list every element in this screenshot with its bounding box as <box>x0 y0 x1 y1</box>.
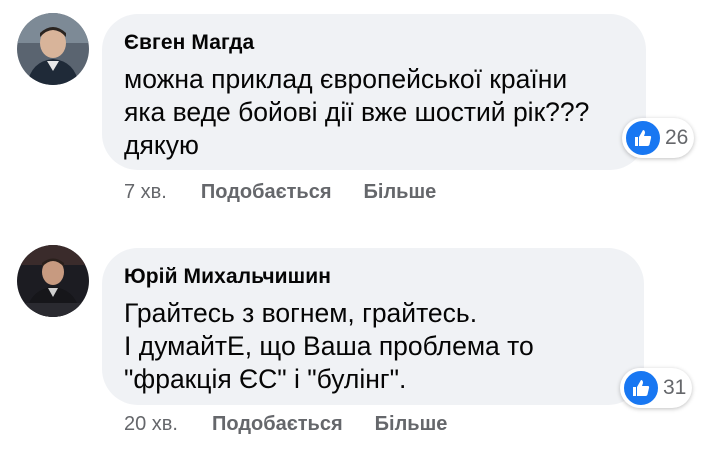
comment-timestamp[interactable]: 20 хв. <box>124 413 178 436</box>
reaction-count: 31 <box>663 376 687 399</box>
reaction-count: 26 <box>665 126 689 149</box>
comment: Юрій Михальчишин Грайтесь з вогнем, грай… <box>0 232 706 459</box>
comment-actions: 7 хв. Подобається Більше <box>124 181 468 204</box>
comment-text: можна приклад європейської країни яка ве… <box>124 63 589 162</box>
reaction-summary[interactable]: 31 <box>620 368 692 408</box>
avatar-photo <box>17 13 89 85</box>
comment-text-line: І думайтЕ, що Ваша проблема то <box>124 331 534 361</box>
reaction-summary[interactable]: 26 <box>622 118 694 158</box>
comment-text-line: можна приклад європейської країни <box>124 64 568 94</box>
like-icon <box>623 370 659 406</box>
more-button[interactable]: Більше <box>364 181 437 204</box>
like-button[interactable]: Подобається <box>212 413 343 436</box>
comment-bubble: Юрій Михальчишин Грайтесь з вогнем, грай… <box>102 248 692 408</box>
like-button[interactable]: Подобається <box>201 181 332 204</box>
comment-text-line: Грайтесь з вогнем, грайтесь. <box>124 298 478 328</box>
like-icon <box>625 120 661 156</box>
comment-text-line: "фракція ЄС" і "булінг". <box>124 364 407 394</box>
avatar[interactable] <box>17 13 89 85</box>
comment-author[interactable]: Юрій Михальчишин <box>124 265 331 289</box>
comment-author[interactable]: Євген Магда <box>124 31 254 55</box>
comment-text: Грайтесь з вогнем, грайтесь. І думайтЕ, … <box>124 297 534 396</box>
more-button[interactable]: Більше <box>375 413 448 436</box>
avatar[interactable] <box>17 245 89 317</box>
comment: Євген Магда можна приклад європейської к… <box>0 0 706 220</box>
comment-text-line: яка веде бойові дії вже шостий рік??? <box>124 97 590 127</box>
comment-bubble: Євген Магда можна приклад європейської к… <box>102 14 694 170</box>
comment-text-line: дякую <box>124 130 199 160</box>
comment-timestamp[interactable]: 7 хв. <box>124 181 167 204</box>
comment-actions: 20 хв. Подобається Більше <box>124 413 479 436</box>
avatar-photo <box>17 245 89 317</box>
